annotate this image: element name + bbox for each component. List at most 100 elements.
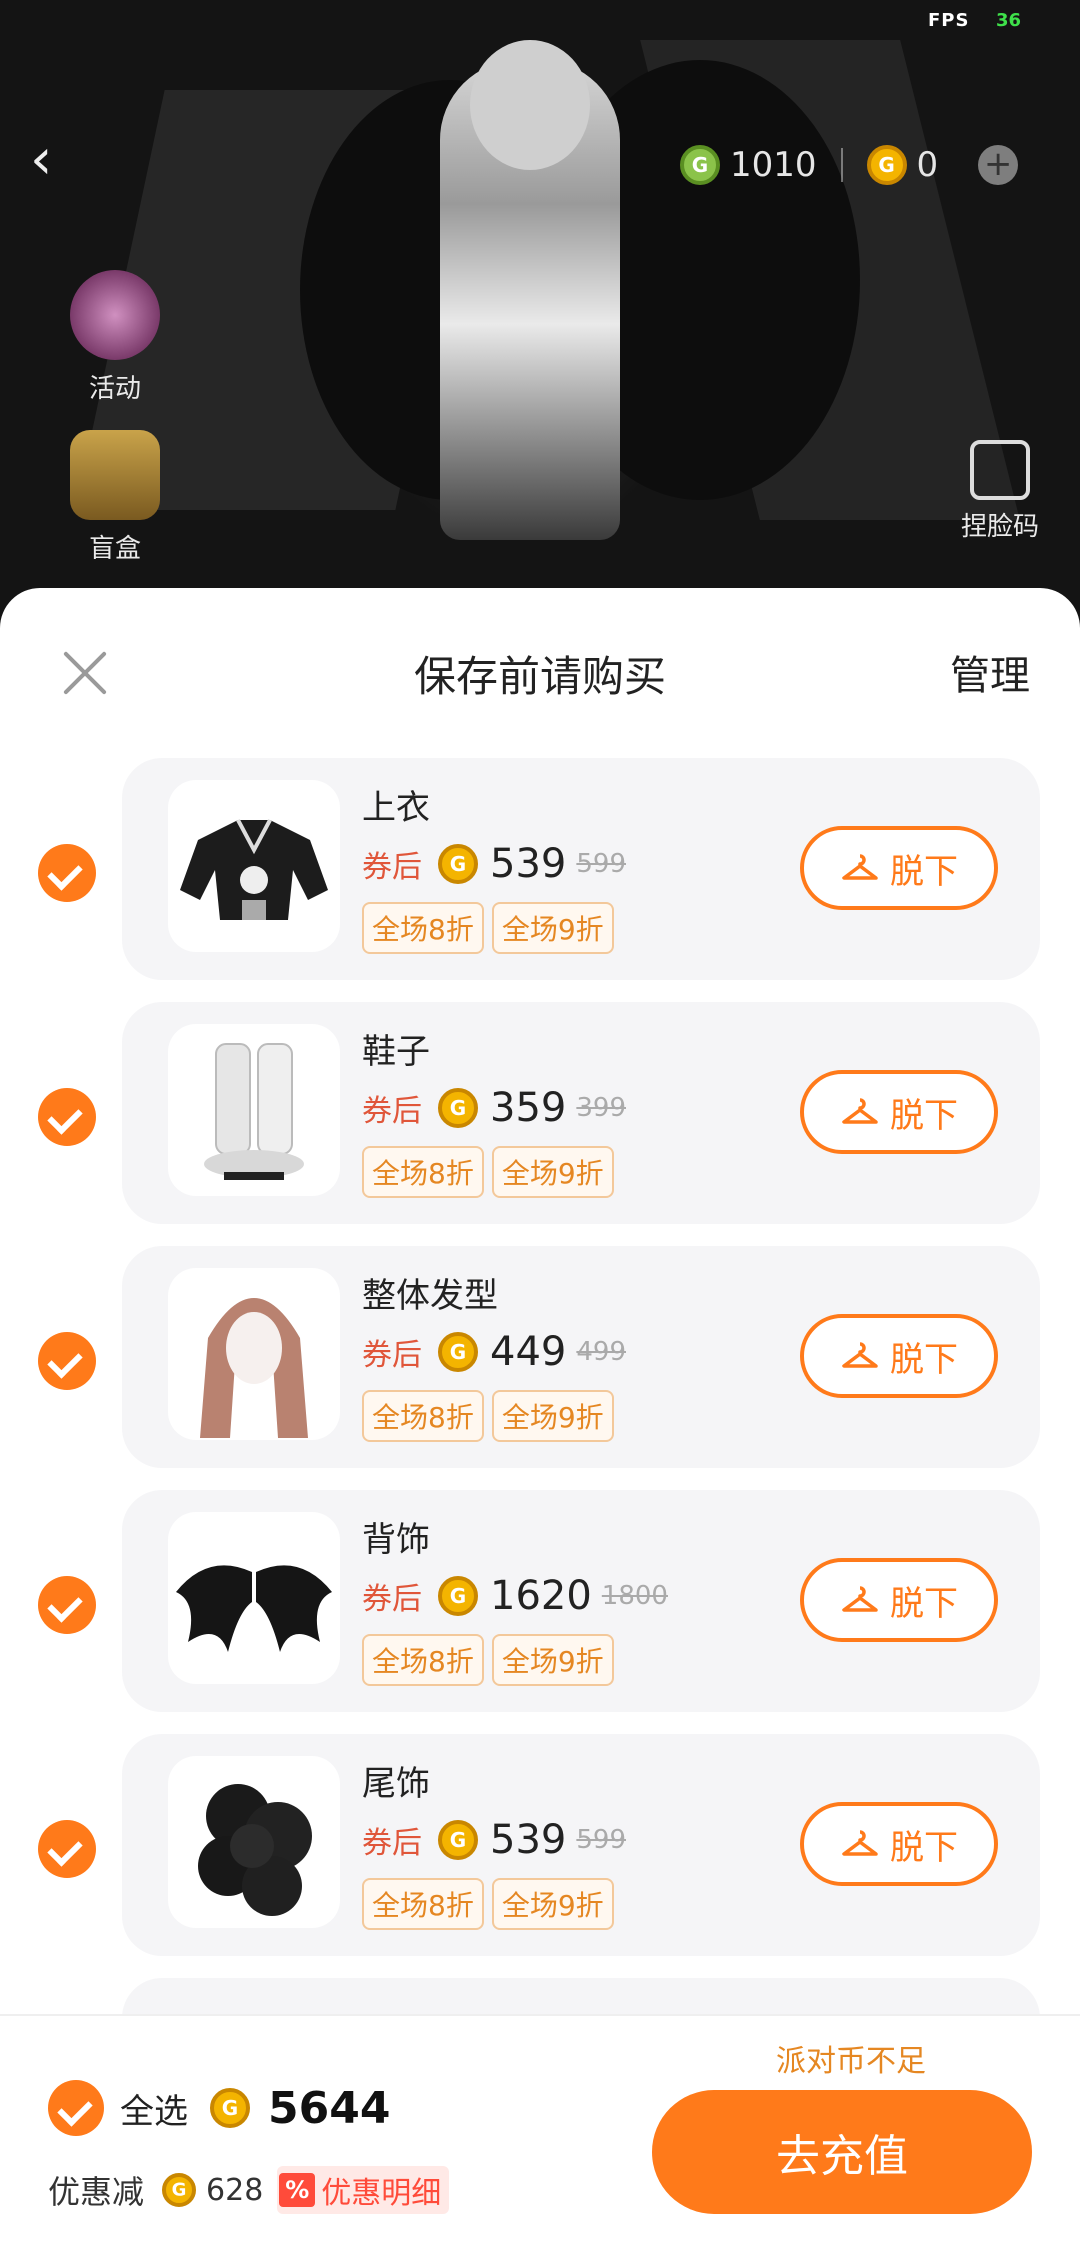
- gold-coin-icon: [438, 1576, 478, 1616]
- green-coin-icon: [680, 145, 720, 185]
- gold-coin-icon: [866, 145, 907, 185]
- sheet-header: 保存前请购买 管理: [0, 588, 1080, 758]
- discount-tag: 全场8折: [362, 1878, 484, 1930]
- discount-amount: 628: [206, 2172, 264, 2208]
- item-list: 上衣 券后 539 599 全场8折 全场9折 脱下: [0, 758, 1080, 2222]
- avatar-head: [470, 40, 590, 170]
- gift-box-icon: [70, 430, 160, 520]
- checkout-footer: 派对币不足 全选 5644 优惠减 628 % 优惠明细 去充值: [0, 2014, 1080, 2248]
- take-off-label: 脱下: [890, 1095, 958, 1136]
- item-card[interactable]: 鞋子 券后 359 399 全场8折 全场9折 脱下: [122, 1002, 1040, 1224]
- item-checkbox[interactable]: [38, 1332, 96, 1390]
- item-price-line: 券后 359 399: [362, 1084, 626, 1132]
- discount-tag: 全场9折: [491, 1634, 614, 1686]
- item-name: 整体发型: [362, 1276, 498, 1316]
- item-original-price: 1800: [601, 1581, 668, 1611]
- item-name: 尾饰: [362, 1764, 430, 1804]
- discount-row: 优惠减 628 % 优惠明细: [48, 2166, 450, 2214]
- discount-tag: 全场9折: [491, 1146, 614, 1198]
- green-coin-balance: 1010: [730, 145, 817, 185]
- hanger-icon: [840, 1096, 880, 1128]
- item-card[interactable]: 上衣 券后 539 599 全场8折 全场9折 脱下: [122, 758, 1040, 980]
- percent-icon: %: [279, 2173, 316, 2207]
- item-thumbnail: [168, 780, 340, 952]
- coupon-after-label: 券后: [362, 850, 422, 885]
- item-original-price: 599: [576, 1825, 626, 1855]
- activity-label: 活动: [88, 374, 141, 404]
- item-checkbox[interactable]: [38, 1820, 96, 1878]
- item-price: 539: [490, 841, 567, 887]
- list-item: 鞋子 券后 359 399 全场8折 全场9折 脱下: [0, 1002, 1080, 1246]
- gold-coin-icon: [438, 1820, 478, 1860]
- coupon-after-label: 券后: [362, 1582, 422, 1617]
- select-all-checkbox[interactable]: [48, 2080, 104, 2136]
- game-scene-background: FPS 36 ‹ 1010 0 + 活动 盲盒 捏脸码: [0, 0, 1080, 640]
- coupon-after-label: 券后: [362, 1338, 422, 1373]
- activity-entry[interactable]: 活动: [60, 270, 170, 405]
- gold-coin-balance: 0: [916, 145, 939, 185]
- discount-tag: 全场9折: [491, 1878, 614, 1930]
- chevron-left-icon: ‹: [30, 127, 53, 192]
- item-name: 上衣: [362, 788, 430, 828]
- discount-detail-label: 优惠明细: [321, 2176, 442, 2211]
- list-item: 上衣 券后 539 599 全场8折 全场9折 脱下: [0, 758, 1080, 1002]
- purchase-sheet: 保存前请购买 管理 上衣 券后 539: [0, 588, 1080, 2248]
- hairstyle-image: [200, 1298, 308, 1438]
- discount-tag: 全场8折: [362, 1146, 484, 1198]
- item-checkbox[interactable]: [38, 1576, 96, 1634]
- sheet-title: 保存前请购买: [413, 652, 666, 701]
- item-card[interactable]: 背饰 券后 1620 1800 全场8折 全场9折 脱下: [122, 1490, 1040, 1712]
- recharge-button[interactable]: 去充值: [652, 2090, 1032, 2214]
- item-thumbnail: [168, 1512, 340, 1684]
- star-icon: [70, 270, 160, 360]
- item-thumbnail: [168, 1756, 340, 1928]
- fps-label: FPS: [928, 10, 970, 31]
- item-original-price: 399: [576, 1093, 626, 1123]
- item-checkbox[interactable]: [38, 844, 96, 902]
- item-price-line: 券后 539 599: [362, 840, 626, 888]
- take-off-label: 脱下: [890, 1583, 958, 1624]
- item-price-line: 券后 449 499: [362, 1328, 626, 1376]
- manage-button[interactable]: 管理: [950, 643, 1030, 701]
- discount-tag: 全场9折: [491, 902, 614, 954]
- gold-coin-icon: [438, 1332, 478, 1372]
- item-original-price: 599: [576, 849, 626, 879]
- blind-box-entry[interactable]: 盲盒: [60, 430, 170, 565]
- take-off-button[interactable]: 脱下: [800, 1070, 998, 1154]
- gold-coin-icon: [438, 844, 478, 884]
- pinch-face-entry[interactable]: 捏脸码: [940, 440, 1060, 543]
- item-price: 359: [490, 1085, 567, 1131]
- discount-tag: 全场9折: [491, 1390, 614, 1442]
- hanger-icon: [840, 1828, 880, 1860]
- discount-tag: 全场8折: [362, 902, 484, 954]
- jacket-image: [180, 819, 328, 920]
- take-off-button[interactable]: 脱下: [800, 826, 998, 910]
- discount-tags: 全场8折 全场9折: [362, 1390, 614, 1442]
- back-button[interactable]: ‹: [30, 130, 90, 190]
- item-price-line: 券后 539 599: [362, 1816, 626, 1864]
- gold-coin-icon: [162, 2173, 197, 2207]
- item-thumbnail: [168, 1268, 340, 1440]
- boots-image: [204, 1043, 304, 1180]
- item-card[interactable]: 尾饰 券后 539 599 全场8折 全场9折 脱下: [122, 1734, 1040, 1956]
- item-price-line: 券后 1620 1800: [362, 1572, 668, 1620]
- take-off-button[interactable]: 脱下: [800, 1802, 998, 1886]
- edit-icon: [970, 440, 1030, 500]
- item-checkbox[interactable]: [38, 1088, 96, 1146]
- insufficient-balance-text: 派对币不足: [776, 2044, 926, 2079]
- take-off-button[interactable]: 脱下: [800, 1558, 998, 1642]
- item-thumbnail: [168, 1024, 340, 1196]
- add-currency-button[interactable]: +: [978, 145, 1019, 185]
- total-price: 5644: [268, 2082, 391, 2134]
- tail-image: [198, 1784, 312, 1916]
- discount-detail-button[interactable]: % 优惠明细: [277, 2166, 450, 2214]
- discount-tags: 全场8折 全场9折: [362, 1634, 614, 1686]
- take-off-label: 脱下: [890, 1339, 958, 1380]
- item-card[interactable]: 整体发型 券后 449 499 全场8折 全场9折 脱下: [122, 1246, 1040, 1468]
- list-item: 尾饰 券后 539 599 全场8折 全场9折 脱下: [0, 1734, 1080, 1978]
- item-name: 鞋子: [362, 1032, 430, 1072]
- pinch-face-label: 捏脸码: [960, 512, 1039, 542]
- take-off-button[interactable]: 脱下: [800, 1314, 998, 1398]
- discount-tags: 全场8折 全场9折: [362, 1878, 614, 1930]
- select-all-row[interactable]: 全选 5644: [48, 2080, 390, 2136]
